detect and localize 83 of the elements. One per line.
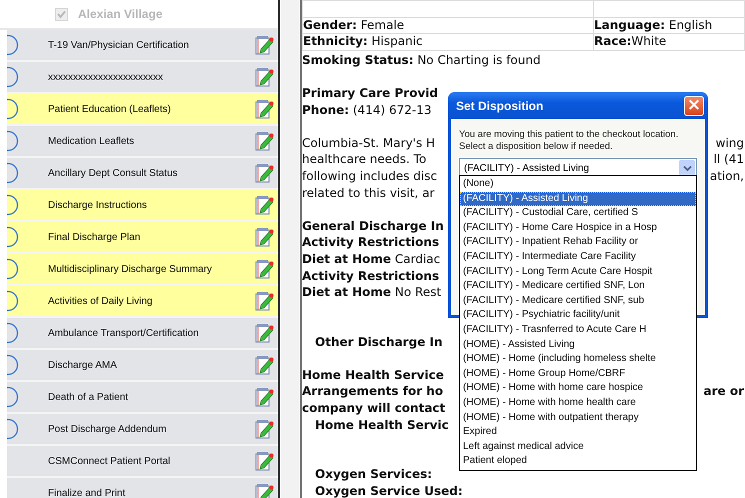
dialog-message: You are moving this patient to the checkout location. xyxy=(459,129,680,141)
notepad-pencil-icon[interactable] xyxy=(254,66,274,88)
sidebar-item[interactable]: Patient Education (Leaflets) xyxy=(7,94,278,126)
splitter[interactable] xyxy=(280,0,302,498)
field-text: Gender: Female xyxy=(303,18,404,32)
dropdown-option[interactable]: (HOME) - Assisted Living xyxy=(460,338,696,352)
dialog-message: Select a disposition below if needed. xyxy=(459,141,614,153)
dropdown-option[interactable]: Left against medical advice xyxy=(460,440,696,454)
dropdown-option[interactable]: (FACILITY) - Intermediate Care Facility xyxy=(460,250,696,265)
section-label: Alexian Village xyxy=(78,7,162,21)
sidebar-item[interactable]: xxxxxxxxxxxxxxxxxxxxxxx xyxy=(7,62,278,94)
dropdown-option[interactable]: (FACILITY) - Custodial Care, certified S xyxy=(460,206,696,221)
dropdown-option[interactable]: (FACILITY) - Inpatient Rehab Facility or xyxy=(460,235,696,250)
notepad-pencil-icon[interactable] xyxy=(254,258,274,280)
notepad-pencil-icon[interactable] xyxy=(254,226,274,248)
document-text: Oxygen Service Used: xyxy=(315,482,463,498)
field-text: Race:White xyxy=(594,34,666,48)
document-text: Other Discharge In xyxy=(315,334,443,350)
document-text: Primary Care Provid xyxy=(302,84,438,102)
notepad-pencil-icon[interactable] xyxy=(254,34,274,56)
notepad-pencil-icon[interactable] xyxy=(254,130,274,152)
notepad-pencil-icon[interactable] xyxy=(254,322,274,344)
notepad-pencil-icon[interactable] xyxy=(254,194,274,216)
document-text: Home Health Servic xyxy=(315,416,449,434)
document-text: General Discharge In xyxy=(302,218,444,234)
document-text: Smoking Status: No Charting is found xyxy=(302,52,541,68)
document-text: Diet at Home No Rest xyxy=(302,284,442,301)
notepad-pencil-icon[interactable] xyxy=(254,162,274,184)
sidebar-item[interactable]: Ancillary Dept Consult Status xyxy=(7,158,278,190)
sidebar-item[interactable]: Post Discharge Addendum xyxy=(7,414,278,446)
document-text: Oxygen Services: xyxy=(315,466,432,483)
dropdown-option[interactable]: (HOME) - Home (including homeless shelte xyxy=(460,352,696,367)
dropdown-option[interactable]: (FACILITY) - Psychiatric facility/unit xyxy=(460,308,696,323)
document-text: are or xyxy=(704,383,744,400)
chevron-down-icon[interactable] xyxy=(679,160,695,176)
document-text: Arrangements for ho xyxy=(302,383,444,400)
sidebar-item[interactable]: CSMConnect Patient Portal xyxy=(7,446,278,478)
sidebar-item[interactable]: Death of a Patient xyxy=(7,382,278,414)
document-text: Activity Restrictions xyxy=(302,268,440,284)
dropdown-option[interactable]: (FACILITY) - Home Care Hospice in a Hosp xyxy=(460,220,696,236)
dropdown-option[interactable]: (FACILITY) - Medicare certified SNF, sub xyxy=(460,294,696,308)
document-text: ation, xyxy=(710,168,744,185)
sidebar-item[interactable]: Activities of Daily Living xyxy=(7,286,278,318)
document-text: related to this visit, ar xyxy=(302,184,434,202)
field-text: Language: English xyxy=(594,18,712,32)
document-text: healthcare needs. To xyxy=(302,151,426,168)
document-text: Diet at Home Cardiac xyxy=(302,250,440,268)
notepad-pencil-icon[interactable] xyxy=(254,354,274,376)
document-text: Home Health Service xyxy=(302,366,444,384)
sidebar-item[interactable]: Multidisciplinary Discharge Summary xyxy=(7,254,278,286)
sidebar-item[interactable]: Final Discharge Plan xyxy=(7,222,278,254)
notepad-pencil-icon[interactable] xyxy=(254,418,274,440)
dialog-title: Set Disposition xyxy=(456,98,544,112)
sidebar-item[interactable]: Discharge AMA xyxy=(7,350,278,382)
dropdown-option[interactable]: Patient eloped xyxy=(460,454,696,469)
notepad-pencil-icon[interactable] xyxy=(254,450,274,472)
sidebar-item[interactable]: Ambulance Transport/Certification xyxy=(7,318,278,350)
document-text: Phone: (414) 672-13 xyxy=(302,102,432,118)
dropdown-option[interactable]: (None) xyxy=(460,177,696,192)
dropdown-option[interactable]: (HOME) - Home with home health care xyxy=(460,396,696,410)
notepad-pencil-icon[interactable] xyxy=(254,290,274,312)
dropdown-option[interactable]: (FACILITY) - Assisted Living xyxy=(460,192,696,206)
document-text: company will contact xyxy=(302,400,446,417)
notepad-pencil-icon[interactable] xyxy=(254,482,274,498)
document-text: Columbia-St. Mary's H xyxy=(302,134,436,152)
dropdown-option[interactable]: (HOME) - Home with outpatient therapy xyxy=(460,410,696,426)
sidebar-item[interactable]: Finalize and Print xyxy=(7,478,278,498)
dropdown-option[interactable]: (HOME) - Home Group Home/CBRF xyxy=(460,366,696,382)
dropdown-option[interactable]: (HOME) - Home with home care hospice xyxy=(460,381,696,396)
document-text: Activity Restrictions xyxy=(302,234,440,251)
document-text: following includes disc xyxy=(302,168,438,185)
dropdown-option[interactable]: (FACILITY) - Medicare certified SNF, Lon xyxy=(460,279,696,294)
document-text: ll (41 xyxy=(714,151,744,168)
notepad-pencil-icon[interactable] xyxy=(254,98,274,120)
document-text: wing xyxy=(716,134,744,152)
field-text: Ethnicity: Hispanic xyxy=(303,34,423,48)
dropdown-option[interactable]: (FACILITY) - Long Term Acute Care Hospit xyxy=(460,264,696,280)
notepad-pencil-icon[interactable] xyxy=(254,386,274,408)
dropdown-option[interactable]: (FACILITY) - Trasnferred to Acute Care H xyxy=(460,322,696,338)
dropdown-option[interactable]: Expired xyxy=(460,425,696,440)
sidebar-item[interactable]: T-19 Van/Physician Certification xyxy=(7,30,278,62)
sidebar-item[interactable]: Medication Leaflets xyxy=(7,126,278,158)
sidebar-item[interactable]: Discharge Instructions xyxy=(7,190,278,222)
